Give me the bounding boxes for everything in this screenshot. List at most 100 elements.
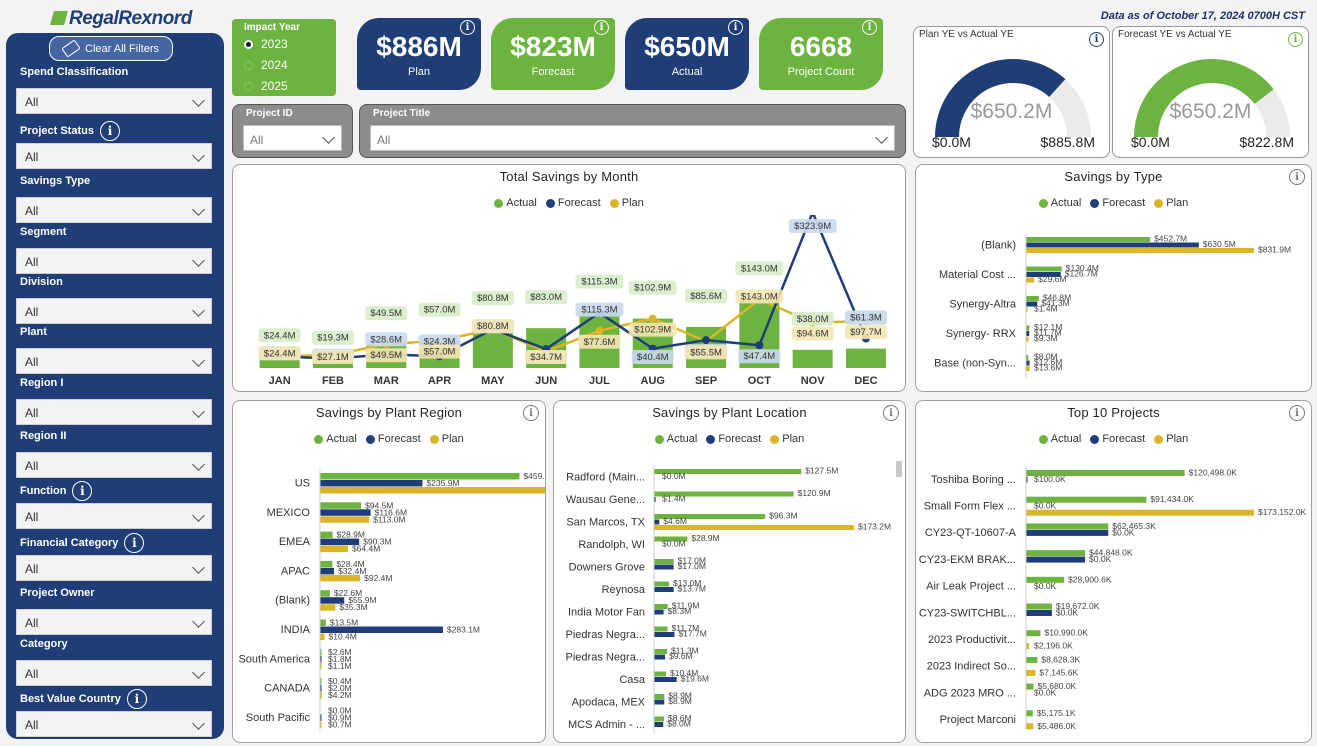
category-label: Synergy-Altra (949, 298, 1017, 310)
info-icon[interactable]: i (523, 405, 539, 421)
info-icon[interactable]: i (460, 20, 475, 35)
gauge-value: $650.2M (970, 100, 1053, 123)
month-tick-label: APR (428, 375, 451, 387)
data-label: $57.0M (424, 347, 456, 358)
filter-dropdown[interactable]: All (16, 248, 212, 274)
actual-bar (1026, 683, 1034, 690)
data-label: $4.2M (328, 690, 352, 700)
clear-all-filters-button[interactable]: Clear All Filters (49, 36, 173, 61)
category-label: CY23-SWITCHBL... (919, 607, 1016, 619)
impact-year-option-2024[interactable]: 2024 (244, 58, 288, 72)
chart-title: Top 10 Projects (1067, 405, 1160, 420)
forecast-bar (654, 699, 665, 705)
impact-year-option-2025[interactable]: 2025 (244, 79, 288, 93)
data-label: $17.7M (678, 629, 706, 639)
kpi-project-count-card: 6668 Project Count i (759, 18, 883, 90)
legend-forecast-label: Forecast (1102, 433, 1146, 445)
category-label: South America (238, 653, 310, 665)
legend-actual[interactable]: Actual (494, 197, 537, 209)
info-icon[interactable]: i (72, 481, 93, 501)
legend-forecast[interactable]: Forecast (706, 433, 761, 445)
chevron-down-icon (875, 131, 888, 144)
category-label: India Motor Fan (568, 606, 645, 618)
filter-dropdown[interactable]: All (16, 555, 212, 581)
plan-point (648, 314, 657, 323)
category-label: Base (non-Syn... (934, 357, 1016, 369)
legend-forecast-label: Forecast (377, 433, 421, 445)
data-label: $1.4M (662, 494, 686, 504)
info-icon[interactable]: i (1289, 405, 1305, 421)
brand-name: RegalRexnord (69, 8, 192, 29)
data-label: $24.4M (264, 348, 296, 359)
legend-plan[interactable]: Plan (609, 197, 644, 209)
kpi-actual-value: $650M (644, 31, 730, 62)
legend-plan[interactable]: Plan (770, 433, 804, 445)
radio-selected-icon (244, 39, 253, 49)
data-label: $38.0M (797, 314, 829, 325)
legend-actual[interactable]: Actual (654, 433, 697, 445)
legend-forecast[interactable]: Forecast (1090, 433, 1145, 445)
legend-actual[interactable]: Actual (1038, 197, 1081, 209)
filter-dropdown[interactable]: All (16, 609, 212, 635)
project-title-slicer: Project Title All (359, 104, 906, 158)
filter-dropdown[interactable]: All (16, 399, 212, 425)
impact-year-option-2023[interactable]: 2023 (244, 37, 288, 51)
filter-dropdown[interactable]: All (16, 503, 212, 529)
legend-forecast[interactable]: Forecast (545, 197, 601, 209)
filter-dropdown[interactable]: All (16, 298, 212, 324)
info-icon[interactable]: i (594, 20, 609, 35)
data-label: $0.0M (662, 471, 686, 481)
chart-legend: Actual Forecast Plan (233, 197, 905, 211)
legend-actual[interactable]: Actual (314, 433, 357, 445)
filter-label: Plant (20, 326, 47, 338)
scrollbar-thumb[interactable] (896, 461, 902, 477)
filter-label: Category (20, 638, 68, 650)
legend-forecast[interactable]: Forecast (365, 433, 421, 445)
info-icon[interactable]: i (126, 689, 147, 709)
data-label: $0.0K (1034, 688, 1057, 698)
filter-dropdown[interactable]: All (16, 348, 212, 374)
filter-label-text: Region I (20, 377, 64, 389)
chevron-down-icon (192, 717, 205, 730)
info-icon[interactable]: i (728, 20, 743, 35)
data-label: $115.3M (581, 277, 617, 288)
filter-value: All (25, 616, 39, 630)
legend-forecast-label: Forecast (557, 197, 601, 209)
data-label: $0.0K (1112, 527, 1135, 537)
filter-dropdown[interactable]: All (16, 452, 212, 478)
legend-forecast[interactable]: Forecast (1090, 197, 1145, 209)
filter-label-text: Best Value Country (20, 693, 121, 705)
filter-value: All (25, 718, 39, 732)
info-icon[interactable]: i (124, 533, 145, 553)
filter-dropdown[interactable]: All (16, 197, 212, 223)
radio-icon (244, 81, 253, 91)
actual-bar (845, 348, 886, 368)
legend-plan[interactable]: Plan (1154, 433, 1188, 445)
project-title-value: All (377, 133, 391, 147)
filter-label-text: Region II (20, 430, 67, 442)
data-label: $34.7M (530, 352, 562, 363)
info-icon[interactable]: i (99, 121, 120, 141)
project-title-dropdown[interactable]: All (370, 125, 895, 151)
filter-dropdown[interactable]: All (16, 660, 212, 686)
filter-dropdown[interactable]: All (16, 88, 212, 114)
category-label: APAC (281, 565, 310, 577)
clear-all-filters-label: Clear All Filters (85, 42, 159, 55)
forecast-bar (654, 654, 666, 660)
chevron-down-icon (192, 354, 205, 367)
actual-bar (654, 559, 674, 564)
filter-dropdown[interactable]: All (16, 711, 212, 737)
filter-dropdown[interactable]: All (16, 143, 212, 169)
chart-title: Savings by Plant Region (315, 405, 463, 420)
legend-plan[interactable]: Plan (1154, 197, 1188, 209)
data-label: $32.4M (338, 566, 366, 576)
info-icon[interactable]: i (862, 20, 877, 35)
legend-actual[interactable]: Actual (1038, 433, 1081, 445)
info-icon[interactable]: i (1289, 169, 1305, 185)
info-icon[interactable]: i (883, 405, 899, 421)
legend-plan[interactable]: Plan (429, 433, 464, 445)
data-label: $80.8M (477, 293, 509, 304)
filter-label: Savings Type (20, 175, 90, 187)
category-label: Small Form Flex ... (924, 500, 1016, 512)
project-id-dropdown[interactable]: All (243, 125, 342, 151)
